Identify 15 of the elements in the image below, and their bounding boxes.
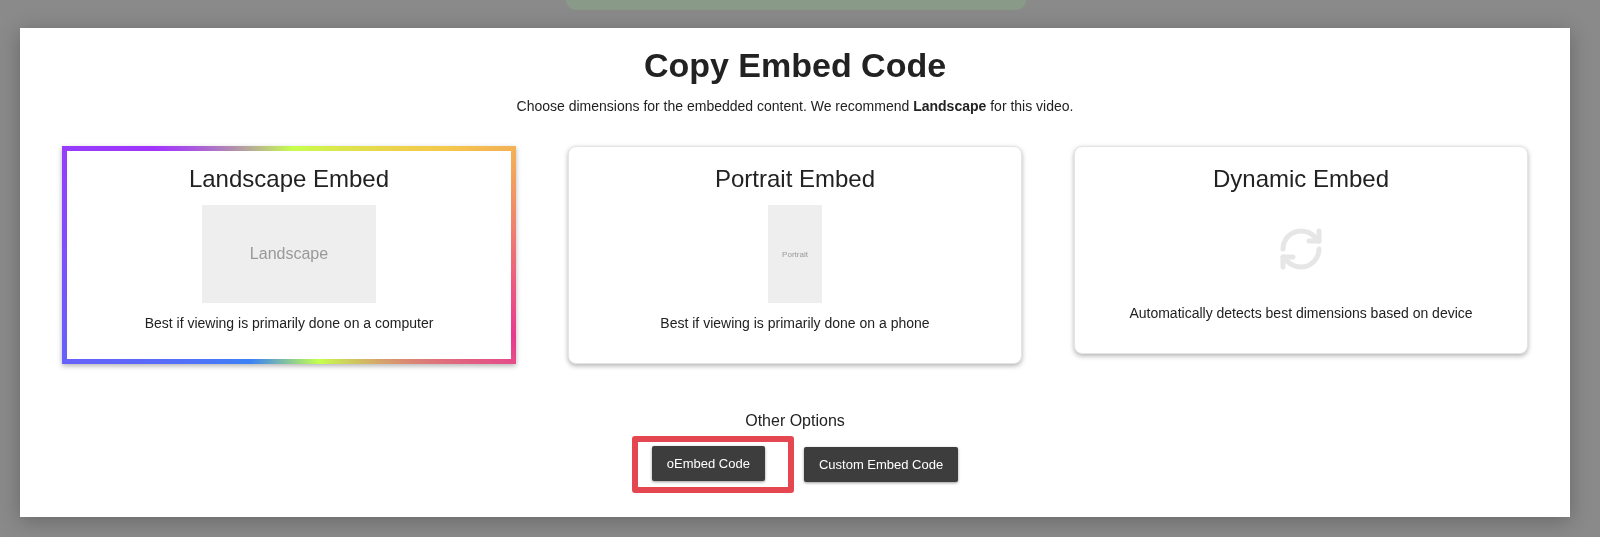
card-description: Automatically detects best dimensions based on device — [1129, 305, 1473, 321]
embed-code-button[interactable]: Custom Embed Code — [803, 447, 959, 482]
embed-option-card[interactable]: Portrait Embed Portrait Best if viewing is primarily done on a phone — [568, 146, 1022, 364]
card-title: Portrait Embed — [714, 165, 876, 193]
card-title: Landscape Embed — [188, 165, 390, 193]
card-title: Dynamic Embed — [1212, 165, 1390, 193]
portrait-placeholder: Portrait — [768, 205, 822, 303]
card-description: Best if viewing is primarily done on a computer — [144, 315, 434, 331]
embed-code-button[interactable]: oEmbed Code — [651, 446, 765, 481]
section-heading: Other Options — [745, 412, 845, 430]
landscape-placeholder: Landscape — [202, 205, 376, 303]
dialog-subtitle: Choose dimensions for the embedded content. We recommend Landscape for this video. — [516, 98, 1074, 114]
dialog-title: Copy Embed Code — [643, 45, 947, 86]
embed-option-card[interactable]: Dynamic Embed Automatically detects best dimensions based on device — [1074, 146, 1528, 354]
card-description: Best if viewing is primarily done on a phone — [660, 315, 930, 331]
